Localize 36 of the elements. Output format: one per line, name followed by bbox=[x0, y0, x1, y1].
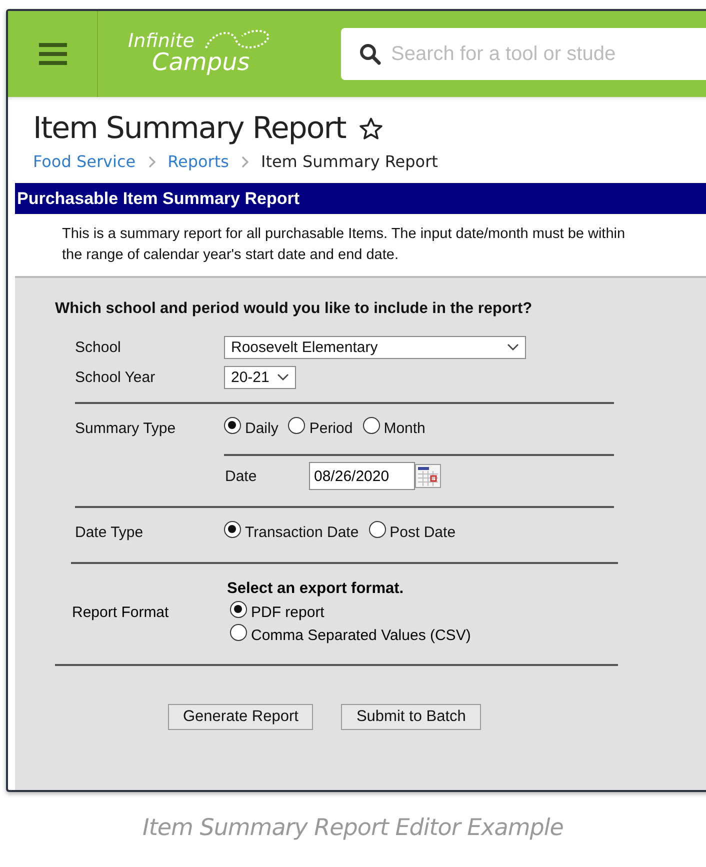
radio-option[interactable]: Post Date bbox=[368, 524, 456, 540]
date-field[interactable]: 08/26/2020 bbox=[309, 462, 415, 490]
radio-option[interactable]: Comma Separated Values (CSV) bbox=[230, 627, 471, 644]
report-title: Purchasable Item Summary Report bbox=[17, 189, 300, 208]
page-title: Item Summary Report bbox=[33, 111, 346, 146]
generate-report-button[interactable]: Generate Report bbox=[168, 704, 314, 730]
search-icon bbox=[359, 43, 381, 65]
field-label: Summary Type bbox=[75, 420, 177, 436]
field-label: School bbox=[75, 338, 122, 356]
breadcrumb-link[interactable]: Food Service bbox=[33, 152, 136, 171]
field-label: Date Type bbox=[75, 524, 144, 540]
radio-option[interactable]: Transaction Date bbox=[224, 524, 359, 540]
breadcrumb-link[interactable]: Reports bbox=[168, 152, 229, 171]
menu-icon[interactable] bbox=[38, 42, 66, 66]
report-description: This is a summary report for all purchasable Items. The input date/month must be within the range of calendar year's start date and end date. bbox=[62, 225, 626, 265]
form-question: Which school and period would you like to include in the report? bbox=[55, 300, 534, 318]
chevron-icon bbox=[148, 156, 156, 168]
image-caption: Item Summary Report Editor Example bbox=[142, 815, 564, 841]
chevron-icon bbox=[240, 156, 249, 168]
star-icon[interactable] bbox=[358, 116, 384, 142]
field-label: Report Format bbox=[72, 604, 170, 620]
submit-batch-button[interactable]: Submit to Batch bbox=[341, 704, 481, 730]
radio-option[interactable]: PDF report bbox=[230, 604, 471, 621]
breadcrumb-current: Item Summary Report bbox=[260, 152, 438, 171]
radio-option[interactable]: Month bbox=[362, 420, 426, 436]
calendar-icon[interactable] bbox=[415, 464, 441, 488]
radio-option[interactable]: Daily bbox=[224, 420, 278, 436]
school-year-dropdown[interactable]: 20-21 bbox=[224, 366, 296, 388]
format-heading: Select an export format. bbox=[227, 580, 405, 598]
radio-option[interactable]: Period bbox=[288, 420, 353, 436]
caret-icon bbox=[507, 343, 519, 351]
caret-icon bbox=[277, 373, 290, 381]
field-label: Date bbox=[225, 468, 258, 484]
search-field[interactable]: Search for a tool or stude bbox=[341, 28, 706, 80]
school-dropdown[interactable]: Roosevelt Elementary bbox=[224, 336, 526, 358]
field-label: School Year bbox=[75, 368, 156, 386]
